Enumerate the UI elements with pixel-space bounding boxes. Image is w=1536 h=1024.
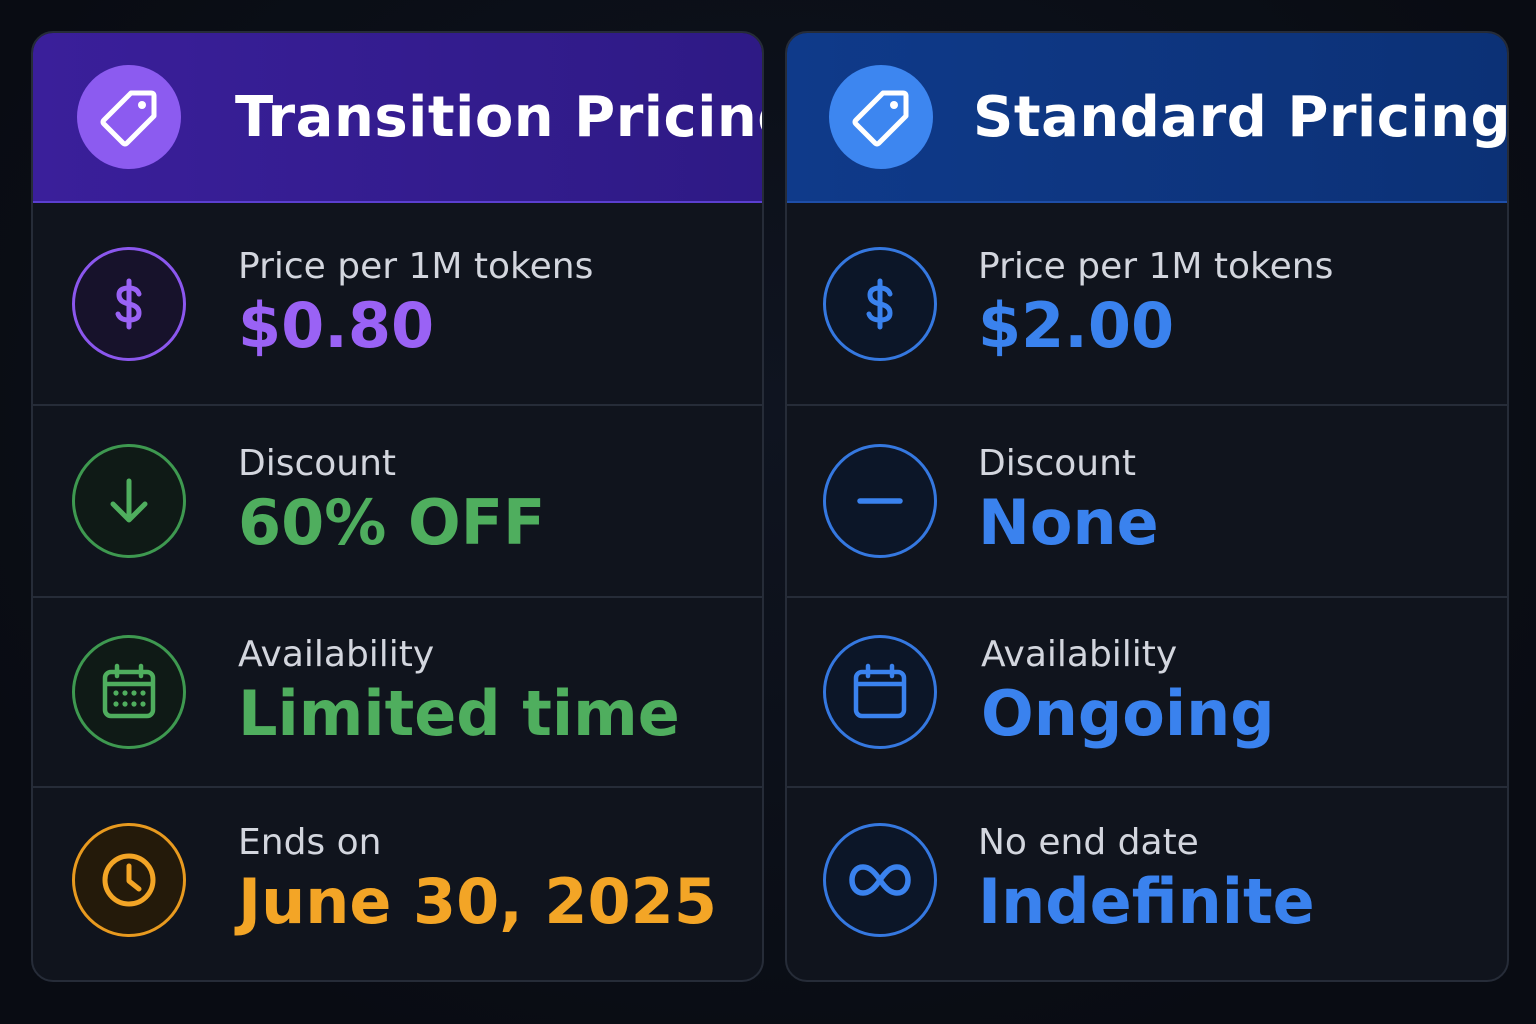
minus-icon <box>823 444 937 558</box>
end-date-row: No end date Indefinite <box>787 788 1507 972</box>
row-label: Discount <box>238 443 397 484</box>
availability-row: Availability Limited time <box>33 598 762 788</box>
row-value: Ongoing <box>981 677 1275 750</box>
end-date-row: Ends on June 30, 2025 <box>33 788 762 972</box>
standard-pricing-header: Standard Pricing <box>787 33 1507 203</box>
tag-icon <box>77 65 181 169</box>
row-value: Limited time <box>238 677 680 750</box>
row-label: Ends on <box>238 822 382 863</box>
clock-icon <box>72 823 186 937</box>
discount-row: Discount 60% OFF <box>33 406 762 598</box>
row-label: Price per 1M tokens <box>238 245 594 287</box>
row-value: 60% OFF <box>238 486 546 559</box>
row-label: Availability <box>981 634 1178 675</box>
price-row: Price per 1M tokens $0.80 <box>33 203 762 406</box>
pricing-comparison: Transition Pricing Price per 1M tokens $… <box>0 0 1536 1024</box>
dollar-icon <box>823 246 937 361</box>
row-value: June 30, 2025 <box>238 865 717 938</box>
infinity-icon <box>823 823 937 937</box>
row-value: $2.00 <box>978 288 1175 362</box>
row-value: None <box>978 486 1159 559</box>
availability-row: Availability Ongoing <box>787 598 1507 788</box>
row-label: Availability <box>238 634 435 675</box>
row-value: $0.80 <box>238 288 435 362</box>
row-label: Price per 1M tokens <box>978 245 1334 287</box>
row-label: Discount <box>978 443 1137 484</box>
dollar-icon <box>72 246 186 361</box>
calendar-icon <box>823 635 937 749</box>
card-title: Standard Pricing <box>973 84 1509 150</box>
arrow-down-icon <box>72 444 186 558</box>
calendar-icon <box>72 635 186 749</box>
discount-row: Discount None <box>787 406 1507 598</box>
standard-pricing-card: Standard Pricing Price per 1M tokens $2.… <box>785 31 1509 982</box>
transition-pricing-card: Transition Pricing Price per 1M tokens $… <box>31 31 764 982</box>
transition-pricing-header: Transition Pricing <box>33 33 762 203</box>
row-value: Indefinite <box>978 865 1315 938</box>
card-title: Transition Pricing <box>235 84 764 150</box>
tag-icon <box>829 65 933 169</box>
row-label: No end date <box>978 822 1199 863</box>
price-row: Price per 1M tokens $2.00 <box>787 203 1507 406</box>
